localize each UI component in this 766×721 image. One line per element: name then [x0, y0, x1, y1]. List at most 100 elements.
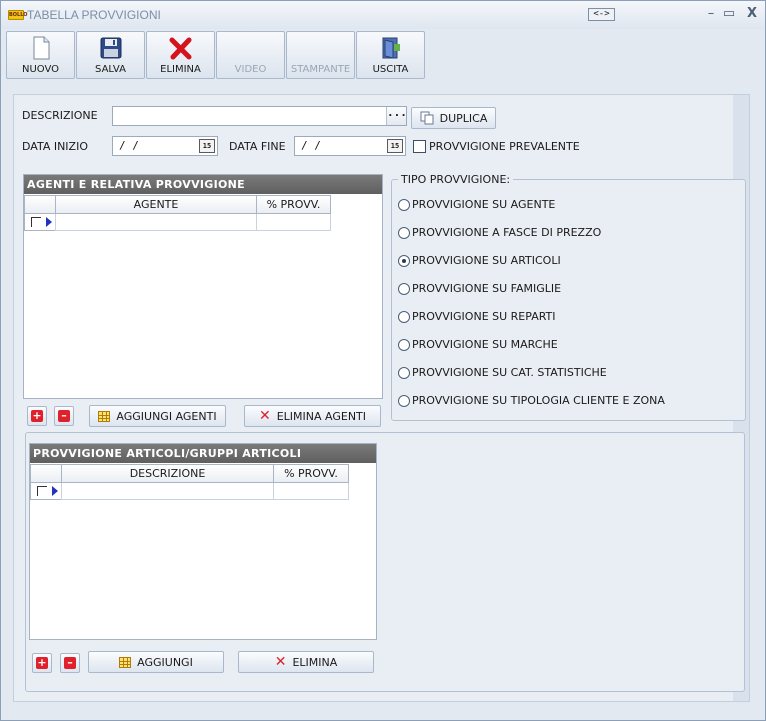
- tipo-provvigione-group: TIPO PROVVIGIONE: PROVVIGIONE SU AGENTE P…: [391, 173, 746, 421]
- prevalente-checkbox[interactable]: [413, 140, 426, 153]
- data-inizio-value: / /: [119, 139, 139, 152]
- remove-agent-row-button[interactable]: –: [54, 406, 74, 426]
- radio-option[interactable]: PROVVIGIONE SU ARTICOLI: [398, 254, 561, 267]
- elimina-agenti-label: ELIMINA AGENTI: [276, 409, 367, 423]
- descrizione-lookup-button[interactable]: ...: [386, 107, 407, 125]
- radio-label: PROVVIGIONE SU CAT. STATISTICHE: [412, 366, 607, 379]
- column-header-provv[interactable]: % PROVV.: [273, 464, 349, 483]
- row-indicator[interactable]: [24, 214, 56, 231]
- table-cell[interactable]: [256, 214, 331, 231]
- delete-x-icon: ✕: [274, 654, 287, 670]
- video-button[interactable]: VIDEO: [216, 31, 285, 79]
- table-cell[interactable]: [61, 483, 274, 500]
- data-inizio-input[interactable]: / / 15: [112, 136, 218, 156]
- app-icon: BOLLO: [8, 10, 28, 20]
- remove-articolo-row-button[interactable]: –: [60, 653, 80, 673]
- row-checkbox-icon: [37, 486, 47, 496]
- radio-label: PROVVIGIONE A FASCE DI PREZZO: [412, 226, 602, 239]
- exit-door-icon: [382, 37, 400, 59]
- row-header-corner: [24, 195, 56, 214]
- resize-toggle-button[interactable]: <->: [588, 8, 615, 21]
- floppy-disk-icon: [100, 37, 121, 59]
- aggiungi-agenti-button[interactable]: AGGIUNGI AGENTI: [89, 405, 226, 427]
- add-agent-row-button[interactable]: +: [27, 406, 47, 426]
- radio-button[interactable]: [398, 366, 410, 379]
- salva-label: SALVA: [95, 64, 126, 75]
- radio-button[interactable]: [398, 338, 410, 351]
- column-header-provv[interactable]: % PROVV.: [256, 195, 331, 214]
- radio-option[interactable]: PROVVIGIONE A FASCE DI PREZZO: [398, 226, 601, 239]
- row-header-corner: [30, 464, 62, 483]
- minus-icon: –: [58, 410, 70, 422]
- aggiungi-label: AGGIUNGI: [137, 655, 193, 669]
- radio-option[interactable]: PROVVIGIONE SU AGENTE: [398, 198, 555, 211]
- uscita-label: USCITA: [372, 64, 409, 75]
- elimina-agenti-button[interactable]: ✕ ELIMINA AGENTI: [244, 405, 381, 427]
- delete-x-icon: ✕: [258, 408, 271, 424]
- tipo-provvigione-legend: TIPO PROVVIGIONE:: [398, 173, 514, 186]
- data-fine-input[interactable]: / / 15: [294, 136, 406, 156]
- add-articolo-row-button[interactable]: +: [32, 653, 52, 673]
- table-icon: [98, 410, 111, 422]
- close-button[interactable]: X: [744, 6, 760, 21]
- window: BOLLO TABELLA PROVVIGIONI <-> – ▭ X NUOV…: [0, 0, 766, 721]
- radio-option[interactable]: PROVVIGIONE SU REPARTI: [398, 310, 556, 323]
- nuovo-button[interactable]: NUOVO: [6, 31, 75, 79]
- radio-button[interactable]: [398, 310, 410, 323]
- calendar-icon[interactable]: 15: [387, 139, 403, 153]
- nuovo-label: NUOVO: [21, 64, 60, 75]
- aggiungi-agenti-label: AGGIUNGI AGENTI: [116, 409, 217, 423]
- current-row-arrow-icon: [46, 217, 52, 227]
- row-indicator[interactable]: [30, 483, 62, 500]
- minus-icon: –: [64, 657, 76, 669]
- salva-button[interactable]: SALVA: [76, 31, 145, 79]
- aggiungi-button[interactable]: AGGIUNGI: [88, 651, 224, 673]
- radio-button[interactable]: [398, 198, 410, 211]
- prevalente-label: PROVVIGIONE PREVALENTE: [429, 140, 580, 153]
- maximize-button[interactable]: ▭: [721, 6, 737, 21]
- radio-button[interactable]: [398, 226, 410, 239]
- articoli-grid: PROVVIGIONE ARTICOLI/GRUPPI ARTICOLI DES…: [29, 443, 377, 640]
- radio-label: PROVVIGIONE SU ARTICOLI: [412, 254, 561, 267]
- elimina-label: ELIMINA: [160, 64, 201, 75]
- new-document-icon: [33, 36, 49, 60]
- radio-button[interactable]: [398, 282, 410, 295]
- row-checkbox-icon: [31, 217, 41, 227]
- radio-option[interactable]: PROVVIGIONE SU TIPOLOGIA CLIENTE E ZONA: [398, 394, 665, 407]
- table-cell[interactable]: [273, 483, 349, 500]
- duplica-label: DUPLICA: [439, 111, 488, 125]
- current-row-arrow-icon: [52, 486, 58, 496]
- elimina-button[interactable]: ELIMINA: [146, 31, 215, 79]
- radio-option[interactable]: PROVVIGIONE SU MARCHE: [398, 338, 558, 351]
- data-fine-value: / /: [301, 139, 321, 152]
- column-header-descrizione[interactable]: DESCRIZIONE: [61, 464, 274, 483]
- radio-label: PROVVIGIONE SU TIPOLOGIA CLIENTE E ZONA: [412, 394, 665, 407]
- toolbar: NUOVO SALVA ELIMINA VIDEO STAMPANTE USCI…: [6, 31, 426, 79]
- radio-button[interactable]: [398, 254, 410, 267]
- agenti-grid: AGENTI E RELATIVA PROVVIGIONE AGENTE % P…: [23, 174, 383, 399]
- radio-label: PROVVIGIONE SU AGENTE: [412, 198, 556, 211]
- data-fine-label: DATA FINE: [229, 140, 286, 153]
- table-cell[interactable]: [55, 214, 257, 231]
- video-label: VIDEO: [234, 64, 267, 75]
- descrizione-input[interactable]: ...: [112, 106, 407, 126]
- main-panel: DESCRIZIONE ... DUPLICA DATA INIZIO / / …: [13, 94, 750, 702]
- calendar-icon[interactable]: 15: [199, 139, 215, 153]
- descrizione-label: DESCRIZIONE: [22, 109, 98, 122]
- radio-option[interactable]: PROVVIGIONE SU FAMIGLIE: [398, 282, 561, 295]
- radio-option[interactable]: PROVVIGIONE SU CAT. STATISTICHE: [398, 366, 607, 379]
- minimize-button[interactable]: –: [703, 6, 719, 21]
- radio-label: PROVVIGIONE SU REPARTI: [412, 310, 556, 323]
- elimina-articoli-button[interactable]: ✕ ELIMINA: [238, 651, 374, 673]
- stampante-button[interactable]: STAMPANTE: [286, 31, 355, 79]
- duplica-button[interactable]: DUPLICA: [411, 107, 496, 129]
- data-inizio-label: DATA INIZIO: [22, 140, 88, 153]
- radio-button[interactable]: [398, 394, 410, 407]
- column-header-agente[interactable]: AGENTE: [55, 195, 257, 214]
- articoli-grid-title: PROVVIGIONE ARTICOLI/GRUPPI ARTICOLI: [30, 444, 376, 463]
- elimina-articoli-label: ELIMINA: [292, 655, 338, 669]
- table-icon: [119, 656, 132, 668]
- uscita-button[interactable]: USCITA: [356, 31, 425, 79]
- title-bar: BOLLO TABELLA PROVVIGIONI <-> – ▭ X: [1, 1, 765, 29]
- plus-icon: +: [31, 409, 43, 422]
